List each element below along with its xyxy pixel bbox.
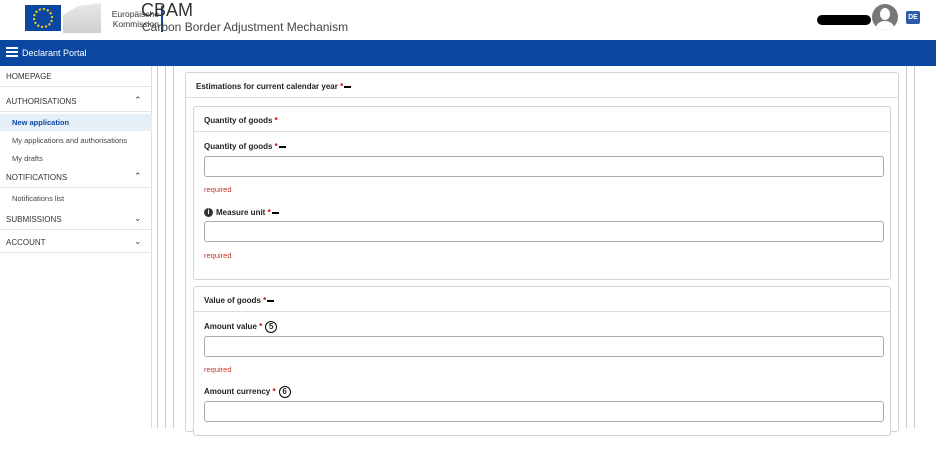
layout-divider: [173, 66, 174, 428]
field-label: Measure unit: [216, 208, 266, 217]
layout-divider: [906, 66, 907, 428]
quantity-error: required: [204, 185, 232, 194]
sidebar-item-label: Notifications list: [12, 194, 65, 203]
chevron-up-icon[interactable]: ⌃: [134, 95, 142, 106]
required-marker: *: [267, 208, 271, 217]
portal-bar: Declarant Portal: [0, 40, 936, 66]
section-title: Estimations for current calendar year: [196, 82, 338, 91]
annotation-marker: 5: [265, 321, 278, 333]
card-header: Value of goods *: [194, 287, 890, 312]
amount-value-label: Amount value * 5: [204, 321, 278, 333]
sidebar-item-label: NOTIFICATIONS: [6, 173, 68, 182]
panel-title: Estimations for current calendar year *: [196, 82, 352, 91]
sidebar-item-my-applications[interactable]: My applications and authorisations: [0, 132, 152, 149]
field-label: Amount value: [204, 322, 257, 332]
layout-divider: [165, 66, 166, 428]
sidebar-item-my-drafts[interactable]: My drafts: [0, 150, 152, 167]
chevron-up-icon[interactable]: ⌃: [134, 171, 142, 182]
amount-currency-label: Amount currency * 6: [204, 386, 291, 398]
edit-marker-icon: [344, 85, 352, 88]
quantity-input[interactable]: [204, 156, 884, 177]
app-header: Europäische Kommission CBAM Carbon Borde…: [0, 0, 936, 40]
sidebar-item-account[interactable]: ACCOUNT ⌄: [0, 232, 152, 253]
quantity-card: Quantity of goods * Quantity of goods * …: [193, 106, 891, 280]
eu-flag-icon: [25, 5, 61, 31]
commission-building-icon: [63, 3, 101, 33]
user-avatar-icon[interactable]: [872, 4, 898, 30]
card-title: Quantity of goods *: [204, 116, 278, 125]
sidebar-item-label: HOMEPAGE: [6, 72, 52, 81]
menu-icon[interactable]: [6, 47, 18, 57]
layout-divider: [914, 66, 915, 428]
sidebar-item-notifications-list[interactable]: Notifications list: [0, 190, 152, 207]
edit-marker-icon: [267, 299, 275, 302]
card-title: Value of goods *: [204, 296, 275, 305]
measure-unit-error: required: [204, 251, 232, 260]
sidebar-item-notifications[interactable]: NOTIFICATIONS ⌃: [0, 167, 152, 188]
quantity-label: Quantity of goods *: [204, 142, 286, 151]
required-marker: *: [274, 116, 278, 125]
chevron-down-icon[interactable]: ⌄: [134, 213, 142, 224]
chevron-down-icon[interactable]: ⌄: [134, 236, 142, 247]
card-header: Quantity of goods *: [194, 107, 890, 132]
app-title: CBAM: [141, 0, 194, 20]
language-selector[interactable]: DE: [906, 11, 920, 24]
sidebar-item-submissions[interactable]: SUBMISSIONS ⌄: [0, 209, 152, 230]
estimations-panel: Estimations for current calendar year * …: [185, 72, 899, 436]
sidebar-item-label: AUTHORISATIONS: [6, 97, 77, 106]
sidebar-item-label: My drafts: [12, 154, 43, 163]
amount-value-input[interactable]: [204, 336, 884, 357]
quantity-card-title: Quantity of goods: [204, 116, 273, 125]
field-label: Amount currency: [204, 387, 271, 397]
layout-divider: [157, 66, 158, 428]
value-card-title: Value of goods: [204, 296, 261, 305]
required-marker: *: [259, 322, 263, 332]
panel-header: Estimations for current calendar year *: [186, 73, 898, 98]
measure-unit-input[interactable]: [204, 221, 884, 242]
required-marker: *: [274, 142, 278, 151]
redacted-user-name: [817, 15, 871, 25]
required-marker: *: [272, 387, 276, 397]
sidebar: HOMEPAGE AUTHORISATIONS ⌃ New applicatio…: [0, 66, 152, 428]
app-subtitle: Carbon Border Adjustment Mechanism: [142, 20, 349, 34]
sidebar-item-label: My applications and authorisations: [12, 136, 128, 145]
edit-marker-icon: [278, 145, 286, 148]
sidebar-item-label: SUBMISSIONS: [6, 215, 62, 224]
field-label: Quantity of goods: [204, 142, 273, 151]
value-card: Value of goods * Amount value * 5 require…: [193, 286, 891, 436]
required-marker: *: [340, 82, 344, 91]
info-icon[interactable]: i: [204, 208, 213, 218]
measure-unit-label: i Measure unit *: [204, 208, 279, 218]
required-marker: *: [263, 296, 267, 305]
portal-label: Declarant Portal: [22, 48, 87, 58]
annotation-marker: 6: [278, 386, 291, 398]
sidebar-item-homepage[interactable]: HOMEPAGE: [0, 66, 152, 87]
amount-value-error: required: [204, 365, 232, 374]
edit-marker-icon: [271, 211, 279, 214]
sidebar-item-new-application[interactable]: New application: [0, 114, 152, 131]
amount-currency-input[interactable]: [204, 401, 884, 422]
sidebar-item-authorisations[interactable]: AUTHORISATIONS ⌃: [0, 91, 152, 112]
sidebar-item-label: ACCOUNT: [6, 238, 46, 247]
sidebar-item-label: New application: [12, 118, 70, 127]
